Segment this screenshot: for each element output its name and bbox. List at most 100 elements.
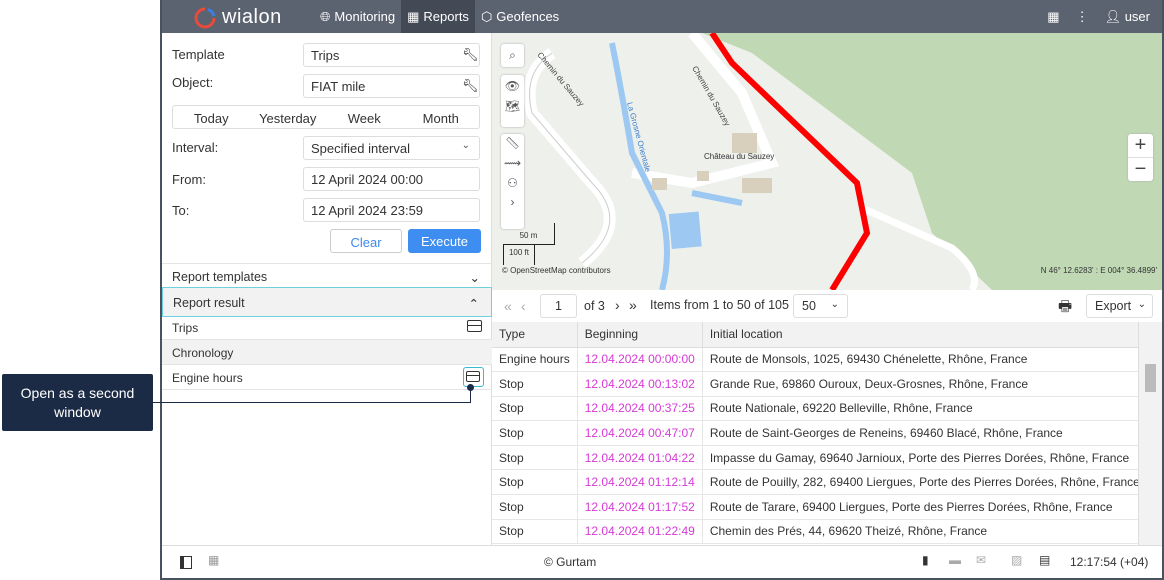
column-header-type[interactable]: Type	[492, 322, 578, 348]
column-header-beginning[interactable]: Beginning	[577, 322, 703, 348]
ruler-icon[interactable]: 📏︎	[501, 134, 524, 150]
clear-button[interactable]: Clear	[330, 229, 402, 253]
map-label: Chemin du Sauzey	[535, 51, 585, 109]
period-selector: Today Yesterday Week Month	[172, 105, 480, 129]
period-yesterday[interactable]: Yesterday	[250, 106, 327, 128]
scale-feet: 100 ft	[503, 245, 535, 265]
route-icon[interactable]: ⟿	[501, 150, 524, 170]
wrench-icon[interactable]: 🔧︎	[462, 47, 479, 63]
cell-beginning[interactable]: 12.04.2024 00:00:00	[577, 347, 703, 373]
image-icon[interactable]: ▨	[1011, 553, 1022, 567]
table-row[interactable]: Stop 12.04.2024 01:22:49 Chemin des Prés, …	[492, 519, 1148, 545]
contacts-icon[interactable]: ▮	[922, 553, 929, 567]
print-icon[interactable]: 🖶	[1058, 296, 1072, 321]
second-window-icon	[466, 371, 480, 382]
cell-location: Route de Tarare, 69400 Liergues, Porte d…	[702, 494, 1148, 520]
map-tiles: Chemin du Sauzey La Grosne Orientale Che…	[523, 33, 1162, 290]
panel-toggle-icon[interactable]	[180, 556, 192, 569]
execute-button[interactable]: Execute	[408, 229, 481, 253]
scrollbar-thumb[interactable]	[1145, 364, 1156, 392]
cell-location: Route de Monsols, 1025, 69430 Chénelette…	[702, 347, 1148, 373]
chevron-down-icon: ⌄	[1137, 299, 1146, 310]
zoom-controls: + −	[1128, 134, 1153, 181]
callout-dot	[467, 384, 474, 391]
result-item-chronology[interactable]: Chronology	[162, 340, 492, 365]
wrench-icon[interactable]: 🔧︎	[462, 78, 479, 94]
second-window-icon[interactable]	[467, 320, 482, 332]
page-count: of 3	[584, 299, 605, 313]
template-select[interactable]: Trips ⌄	[303, 43, 480, 67]
layout-icon[interactable]: ▤	[1039, 553, 1050, 567]
apps-grid-icon[interactable]: ▦	[1047, 9, 1059, 25]
nav-monitoring[interactable]: 🌐︎ Monitoring	[314, 0, 401, 33]
object-select[interactable]: FIAT mile ⌄	[303, 74, 480, 98]
clock: 12:17:54 (+04)	[1070, 555, 1149, 569]
from-label: From:	[172, 172, 206, 187]
map-search-button[interactable]: ⌕	[501, 44, 524, 67]
cell-beginning[interactable]: 12.04.2024 00:47:07	[577, 420, 703, 446]
user-menu[interactable]: 👤︎ user	[1105, 9, 1150, 25]
cell-beginning[interactable]: 12.04.2024 01:17:52	[577, 494, 703, 520]
app-window: wialon 🌐︎ Monitoring ▦ Reports ⬡ Geofences …	[160, 0, 1164, 580]
table-row[interactable]: Stop 12.04.2024 00:13:02 Grande Rue, 69860…	[492, 371, 1148, 397]
period-today[interactable]: Today	[173, 106, 250, 128]
table-row[interactable]: Stop 12.04.2024 00:47:07 Route de Saint-Ge…	[492, 420, 1148, 446]
map-icon[interactable]: 🗺︎	[501, 93, 524, 113]
user-icon: 👤︎	[1104, 8, 1122, 24]
report-panel: Template Trips ⌄ 🔧︎ Object: FIAT mile ⌄ 🔧︎…	[162, 33, 492, 545]
more-icon[interactable]: ⋮	[1076, 9, 1089, 25]
chevron-down-icon: ⌄	[461, 140, 470, 151]
messages-icon[interactable]: ✉	[976, 553, 986, 567]
last-page-icon[interactable]: »	[629, 297, 637, 313]
cell-beginning[interactable]: 12.04.2024 01:22:49	[577, 519, 703, 545]
next-page-icon[interactable]: ›	[615, 297, 620, 313]
table-row[interactable]: Stop 12.04.2024 01:04:22 Impasse du Gamay,…	[492, 445, 1148, 471]
footer: ▦ © Gurtam ▮ ▬ ✉ ▨ ▤ 12:17:54 (+04)	[162, 545, 1162, 578]
table-row[interactable]: Engine hours 12.04.2024 00:00:00 Route de …	[492, 347, 1148, 373]
page-input[interactable]: 1	[540, 294, 577, 318]
map-layers-group: 👁︎ 🗺︎	[501, 75, 524, 127]
open-second-window-button[interactable]	[463, 367, 484, 387]
nav-geofences[interactable]: ⬡ Geofences	[475, 0, 565, 33]
report-table: Type Beginning Initial location Engine h…	[492, 322, 1148, 545]
map[interactable]: Chemin du Sauzey La Grosne Orientale Che…	[492, 33, 1162, 290]
report-result-section[interactable]: Report result ⌃	[162, 287, 492, 317]
map-label: Château du Sauzey	[704, 152, 774, 161]
result-item-trips[interactable]: Trips	[162, 315, 492, 340]
cell-beginning[interactable]: 12.04.2024 00:13:02	[577, 371, 703, 397]
prev-page-icon[interactable]: ‹	[521, 298, 526, 314]
report-templates-section[interactable]: Report templates ⌄	[162, 263, 492, 288]
interval-select[interactable]: Specified interval ⌄	[303, 136, 480, 160]
per-page-select[interactable]: 50 ⌄	[793, 294, 848, 318]
table-row[interactable]: Stop 12.04.2024 00:37:25 Route Nationale, …	[492, 396, 1148, 422]
nav-reports[interactable]: ▦ Reports	[401, 0, 475, 33]
cell-beginning[interactable]: 12.04.2024 01:12:14	[577, 469, 703, 496]
export-button[interactable]: Export ⌄	[1086, 294, 1153, 318]
table-row[interactable]: Stop 12.04.2024 01:12:14 Route de Pouilly,…	[492, 469, 1148, 496]
first-page-icon[interactable]: «	[504, 298, 512, 314]
grid-icon[interactable]: ▦	[208, 553, 219, 567]
copyright: © Gurtam	[544, 555, 597, 569]
to-input[interactable]: 12 April 2024 23:59	[303, 198, 480, 222]
cell-beginning[interactable]: 12.04.2024 01:04:22	[577, 445, 703, 471]
cell-beginning[interactable]: 12.04.2024 00:37:25	[577, 396, 703, 422]
track-icon[interactable]: ⚇	[501, 170, 524, 190]
cell-location: Chemin des Prés, 44, 69620 Theizé, Rhône…	[702, 519, 1148, 545]
period-week[interactable]: Week	[326, 106, 403, 128]
chevron-right-icon[interactable]: ›	[501, 190, 524, 209]
column-header-initial-location[interactable]: Initial location	[702, 322, 1148, 348]
to-label: To:	[172, 203, 190, 218]
zoom-in-button[interactable]: +	[1128, 134, 1153, 158]
table-scrollbar[interactable]	[1138, 322, 1162, 545]
card-icon[interactable]: ▬	[949, 553, 961, 567]
result-item-engine-hours[interactable]: Engine hours	[162, 365, 492, 390]
table-row[interactable]: Stop 12.04.2024 01:17:52 Route de Tarare, …	[492, 494, 1148, 520]
period-month[interactable]: Month	[403, 106, 480, 128]
zoom-out-button[interactable]: −	[1128, 158, 1153, 181]
from-input[interactable]: 12 April 2024 00:00	[303, 167, 480, 191]
cell-location: Grande Rue, 69860 Ouroux, Deux-Grosnes, …	[702, 371, 1148, 397]
eye-icon[interactable]: 👁︎	[501, 75, 524, 93]
chevron-down-icon: ⌄	[830, 299, 839, 310]
cell-type: Stop	[492, 371, 578, 397]
tooltip-callout: Open as a second window	[2, 374, 153, 431]
